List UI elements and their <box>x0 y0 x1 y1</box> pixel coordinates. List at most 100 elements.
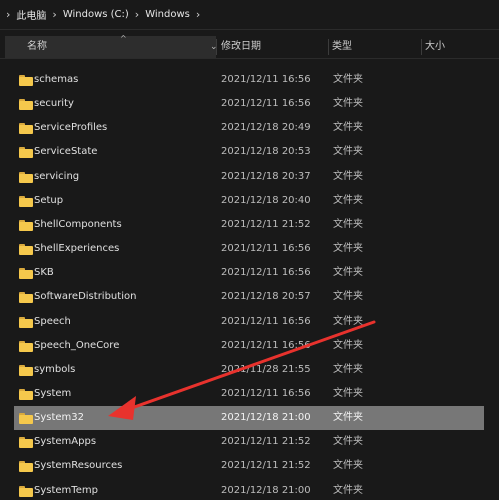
modified-date: 2021/11/28 21:55 <box>221 363 311 375</box>
list-item[interactable]: SystemApps 2021/12/11 21:52 文件夹 <box>14 430 484 454</box>
file-list: schemas 2021/12/11 16:56 文件夹 security 2021/1… <box>0 58 499 500</box>
file-name: Speech_OneCore <box>34 339 120 351</box>
list-item[interactable]: schemas 2021/12/11 16:56 文件夹 <box>14 68 484 92</box>
file-type: 文件夹 <box>333 436 363 448</box>
file-name: SoftwareDistribution <box>34 291 137 303</box>
folder-icon <box>19 195 33 207</box>
file-name: schemas <box>34 74 79 85</box>
file-type: 文件夹 <box>333 460 363 472</box>
file-type: 文件夹 <box>333 194 363 206</box>
modified-date: 2021/12/18 20:40 <box>221 194 311 206</box>
folder-icon <box>19 123 33 135</box>
column-divider[interactable] <box>216 39 217 55</box>
list-item[interactable]: SKB 2021/12/11 16:56 文件夹 <box>14 261 484 285</box>
modified-date: 2021/12/11 21:52 <box>221 460 311 472</box>
folder-icon <box>19 99 33 111</box>
modified-date: 2021/12/11 21:52 <box>221 436 311 448</box>
column-header-size[interactable]: 大小 <box>425 36 495 58</box>
modified-date: 2021/12/18 20:53 <box>221 146 311 158</box>
modified-date: 2021/12/18 21:00 <box>221 412 311 424</box>
list-item[interactable]: SystemTemp 2021/12/18 21:00 文件夹 <box>14 479 484 500</box>
file-name: System <box>34 387 72 399</box>
list-item[interactable]: System 2021/12/11 16:56 文件夹 <box>14 382 484 406</box>
file-type: 文件夹 <box>333 291 363 303</box>
breadcrumb-windows[interactable]: Windows <box>145 9 190 20</box>
folder-icon <box>19 485 33 497</box>
file-name: Setup <box>34 194 64 206</box>
list-item[interactable]: Speech_OneCore 2021/12/11 16:56 文件夹 <box>14 334 484 358</box>
modified-date: 2021/12/11 16:56 <box>221 387 311 399</box>
column-type-label: 类型 <box>332 41 352 52</box>
file-name: symbols <box>34 363 76 375</box>
list-item[interactable]: Speech 2021/12/11 16:56 文件夹 <box>14 310 484 334</box>
modified-date: 2021/12/18 20:57 <box>221 291 311 303</box>
folder-icon <box>19 437 33 449</box>
list-item[interactable]: SoftwareDistribution 2021/12/18 20:57 文件夹 <box>14 285 484 309</box>
modified-date: 2021/12/18 20:37 <box>221 170 311 182</box>
file-type: 文件夹 <box>333 122 363 134</box>
column-divider[interactable] <box>421 39 422 55</box>
file-type: 文件夹 <box>333 339 363 351</box>
file-name: ShellExperiences <box>34 243 120 255</box>
modified-date: 2021/12/11 16:56 <box>221 243 311 255</box>
folder-icon <box>19 219 33 231</box>
file-name: ServiceProfiles <box>34 122 108 134</box>
modified-date: 2021/12/11 16:56 <box>221 339 311 351</box>
list-item[interactable]: symbols 2021/11/28 21:55 文件夹 <box>14 358 484 382</box>
column-size-label: 大小 <box>425 41 445 52</box>
file-name: SystemTemp <box>34 484 98 496</box>
breadcrumb-this-pc[interactable]: 此电脑 <box>16 7 46 22</box>
file-type: 文件夹 <box>333 267 363 279</box>
file-type: 文件夹 <box>333 363 363 375</box>
column-divider[interactable] <box>328 39 329 55</box>
folder-icon <box>19 292 33 304</box>
list-item[interactable]: Setup 2021/12/18 20:40 文件夹 <box>14 189 484 213</box>
file-name: SKB <box>34 267 54 279</box>
file-name: servicing <box>34 170 80 182</box>
folder-icon <box>19 461 33 473</box>
modified-date: 2021/12/18 21:00 <box>221 484 311 496</box>
modified-date: 2021/12/11 16:56 <box>221 267 311 279</box>
file-type: 文件夹 <box>333 218 363 230</box>
chevron-right-icon[interactable]: › <box>6 8 10 21</box>
chevron-right-icon[interactable]: › <box>52 8 56 21</box>
modified-date: 2021/12/11 16:56 <box>221 315 311 327</box>
folder-icon <box>19 340 33 352</box>
breadcrumb-drive-c[interactable]: Windows (C:) <box>63 9 129 20</box>
file-type: 文件夹 <box>333 315 363 327</box>
file-type: 文件夹 <box>333 146 363 158</box>
file-type: 文件夹 <box>333 484 363 496</box>
file-name: Speech <box>34 315 71 327</box>
column-header-type[interactable]: 类型 <box>332 36 422 58</box>
modified-date: 2021/12/11 21:52 <box>221 218 311 230</box>
column-date-label: 修改日期 <box>221 41 261 52</box>
file-type: 文件夹 <box>333 412 363 424</box>
file-name: ServiceState <box>34 146 98 158</box>
modified-date: 2021/12/11 16:56 <box>221 98 311 110</box>
folder-icon <box>19 268 33 280</box>
address-bar[interactable]: › 此电脑 › Windows (C:) › Windows › <box>0 0 499 30</box>
list-item[interactable]: ServiceState 2021/12/18 20:53 文件夹 <box>14 140 484 164</box>
list-item[interactable]: ShellComponents 2021/12/11 21:52 文件夹 <box>14 213 484 237</box>
folder-icon <box>19 147 33 159</box>
modified-date: 2021/12/18 20:49 <box>221 122 311 134</box>
folder-icon <box>19 413 33 425</box>
folder-icon <box>19 75 33 86</box>
column-header-name[interactable]: 名称 ^ ⌄ <box>5 34 218 58</box>
list-item[interactable]: ServiceProfiles 2021/12/18 20:49 文件夹 <box>14 116 484 140</box>
list-item[interactable]: ShellExperiences 2021/12/11 16:56 文件夹 <box>14 237 484 261</box>
list-item[interactable]: servicing 2021/12/18 20:37 文件夹 <box>14 165 484 189</box>
sort-ascending-icon: ^ <box>120 34 127 43</box>
file-name: ShellComponents <box>34 218 122 230</box>
list-item[interactable]: SystemResources 2021/12/11 21:52 文件夹 <box>14 454 484 478</box>
file-type: 文件夹 <box>333 98 363 110</box>
list-item[interactable]: System32 2021/12/18 21:00 文件夹 <box>14 406 484 431</box>
file-type: 文件夹 <box>333 170 363 182</box>
folder-icon <box>19 388 33 400</box>
modified-date: 2021/12/11 16:56 <box>221 74 311 85</box>
folder-icon <box>19 364 33 376</box>
chevron-right-icon[interactable]: › <box>196 8 200 21</box>
list-item[interactable]: security 2021/12/11 16:56 文件夹 <box>14 92 484 116</box>
chevron-right-icon[interactable]: › <box>135 8 139 21</box>
column-header-date[interactable]: 修改日期 <box>220 36 328 58</box>
